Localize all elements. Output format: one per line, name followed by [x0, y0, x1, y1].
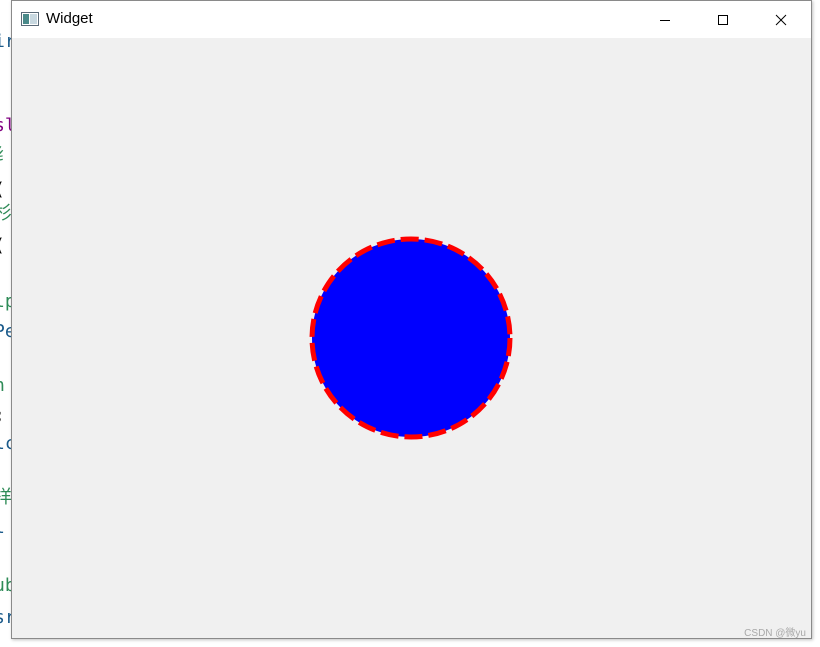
- close-icon: [775, 14, 787, 25]
- widget-window: Widget: [11, 0, 812, 639]
- maximize-icon: [718, 14, 728, 25]
- title-bar[interactable]: Widget: [12, 1, 811, 38]
- desktop: irsl纟(杉(lpPeh;lc样lubsr Widget: [0, 0, 820, 647]
- app-window-icon: [21, 12, 39, 26]
- code-fragment: l: [0, 518, 5, 538]
- watermark: CSDN @微yu: [744, 628, 806, 639]
- code-fragment: ;: [0, 406, 5, 426]
- maximize-button[interactable]: [694, 1, 752, 38]
- minimize-button[interactable]: [636, 1, 694, 38]
- window-title: Widget: [46, 10, 93, 27]
- code-fragment: h: [0, 376, 5, 396]
- dashed-circle: [309, 236, 513, 440]
- code-fragment: (: [0, 236, 5, 256]
- paint-canvas: [309, 236, 513, 440]
- minimize-icon: [660, 19, 670, 21]
- close-button[interactable]: [752, 1, 810, 38]
- code-fragment: (: [0, 180, 5, 200]
- widget-client-area: [12, 38, 811, 638]
